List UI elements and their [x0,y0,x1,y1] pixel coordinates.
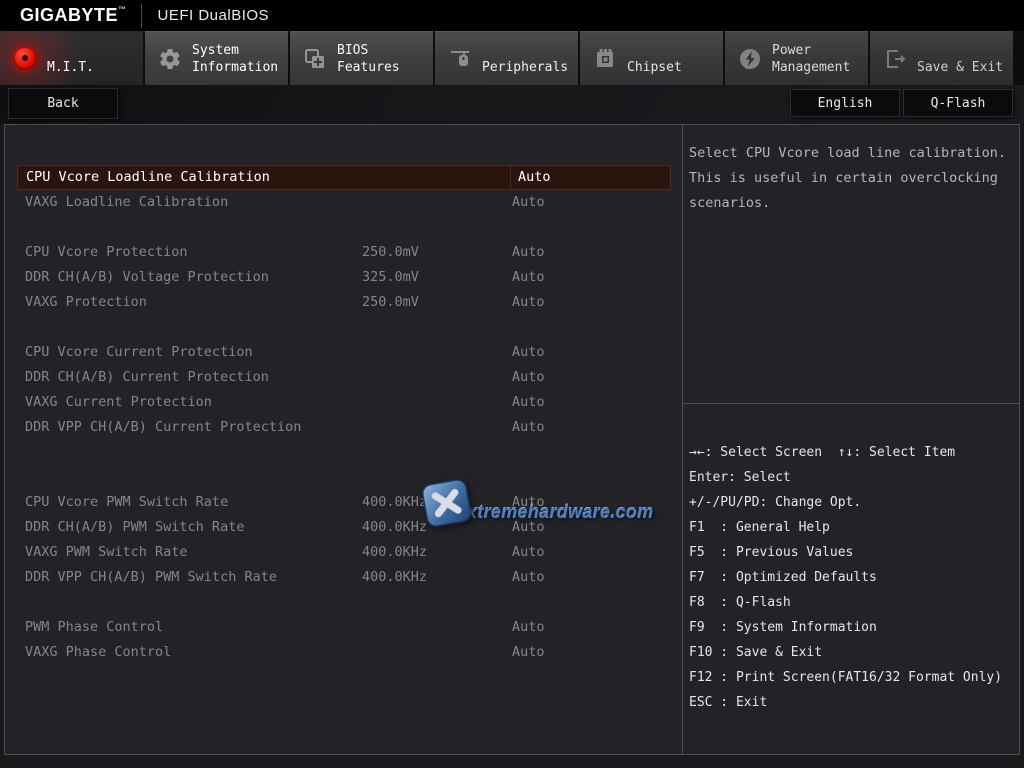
setting-label: DDR CH(A/B) PWM Switch Rate [25,515,244,540]
setting-option-value[interactable]: Auto [512,340,545,365]
setting-row[interactable]: PWM Phase Control Auto [5,615,681,640]
mit-red-dot-icon [12,44,38,72]
setting-label: VAXG Phase Control [25,640,171,665]
setting-option-value[interactable]: Auto [512,190,545,215]
settings-group: CPU Vcore PWM Switch Rate400.0KHzAutoDDR… [5,490,681,590]
settings-group: PWM Phase Control Auto VAXG Phase Control A… [5,615,681,665]
setting-row[interactable]: DDR CH(A/B) PWM Switch Rate 400.0KHz Auto [5,515,681,540]
setting-current-value: 250.0mV [362,290,419,315]
power-lightning-icon [737,45,763,73]
setting-label: VAXG Current Protection [25,390,212,415]
setting-current-value: 325.0mV [362,265,419,290]
setting-option-value[interactable]: Auto [512,515,545,540]
settings-group: CPU Vcore Loadline CalibrationAutoVAXG L… [5,165,681,215]
tab-bios-features[interactable]: BIOS Features [290,31,433,85]
save-exit-icon [882,45,908,73]
main-panel: CPU Vcore Loadline CalibrationAutoVAXG L… [4,124,1020,755]
setting-row[interactable]: VAXG Protection 250.0mV Auto [5,290,681,315]
shortcut-line: F9 : System Information [689,615,1017,640]
sub-toolbar: Back English Q-Flash [0,85,1024,124]
settings-group: CPU Vcore Current ProtectionAutoDDR CH(A… [5,340,681,440]
shortcut-line: F5 : Previous Values [689,540,1017,565]
shortcut-line: F10 : Save & Exit [689,640,1017,665]
setting-row[interactable]: CPU Vcore Loadline CalibrationAuto [5,165,681,190]
setting-row[interactable]: VAXG PWM Switch Rate 400.0KHz Auto [5,540,681,565]
shortcut-line: F12 : Print Screen(FAT16/32 Format Only) [689,665,1017,690]
setting-label: DDR VPP CH(A/B) Current Protection [25,415,301,440]
setting-option-value[interactable]: Auto [512,615,545,640]
tab-peripherals[interactable]: Peripherals [435,31,578,85]
setting-current-value: 400.0KHz [362,565,427,590]
setting-option-value[interactable]: Auto [510,165,671,190]
shortcut-line: +/-/PU/PD: Change Opt. [689,490,1017,515]
setting-row[interactable]: DDR CH(A/B) Current Protection Auto [5,365,681,390]
gear-icon [157,45,183,73]
bios-chip-plus-icon [302,45,328,73]
setting-row[interactable]: VAXG Phase Control Auto [5,640,681,665]
shortcut-line: ESC : Exit [689,690,1017,715]
shortcut-line: F7 : Optimized Defaults [689,565,1017,590]
header-separator [141,4,142,28]
tab-chipset[interactable]: Chipset [580,31,723,85]
setting-label: DDR VPP CH(A/B) PWM Switch Rate [25,565,277,590]
setting-current-value: 400.0KHz [362,490,427,515]
setting-label: PWM Phase Control [25,615,163,640]
shortcut-line: →←: Select Screen ↑↓: Select Item [689,440,1017,465]
setting-row[interactable]: DDR VPP CH(A/B) PWM Switch Rate 400.0KHz A… [5,565,681,590]
bios-title: UEFI DualBIOS [158,7,270,24]
settings-list: CPU Vcore Loadline CalibrationAutoVAXG L… [5,165,681,665]
shortcut-line: Enter: Select [689,465,1017,490]
trademark-symbol: ™ [118,5,127,14]
gigabyte-logo: GIGABYTE™ [20,5,127,26]
setting-label: DDR CH(A/B) Voltage Protection [25,265,269,290]
setting-option-value[interactable]: Auto [512,365,545,390]
settings-group: CPU Vcore Protection250.0mVAutoDDR CH(A/… [5,240,681,315]
setting-option-value[interactable]: Auto [512,540,545,565]
setting-row[interactable]: DDR CH(A/B) Voltage Protection 325.0mV Aut… [5,265,681,290]
title-bar: GIGABYTE™ UEFI DualBIOS [0,0,1024,31]
info-panel: Select CPU Vcore load line calibration. … [682,125,1019,754]
info-panel-divider [683,403,1019,404]
setting-label: CPU Vcore Protection [25,240,188,265]
qflash-button[interactable]: Q-Flash [903,89,1013,117]
setting-option-value[interactable]: Auto [512,390,545,415]
top-tab-bar: M.I.T. System Information BIOS Features … [0,31,1024,85]
chipset-icon [592,45,618,73]
setting-row[interactable]: CPU Vcore PWM Switch Rate 400.0KHz Auto [5,490,681,515]
setting-row[interactable]: VAXG Loadline Calibration Auto [5,190,681,215]
setting-label: DDR CH(A/B) Current Protection [25,365,269,390]
item-help-text: Select CPU Vcore load line calibration. … [683,125,1019,403]
setting-current-value: 400.0KHz [362,515,427,540]
tab-save-exit[interactable]: Save & Exit [870,31,1013,85]
setting-option-value[interactable]: Auto [512,265,545,290]
setting-option-value[interactable]: Auto [512,290,545,315]
setting-row[interactable]: CPU Vcore Protection 250.0mV Auto [5,240,681,265]
setting-option-value[interactable]: Auto [512,415,545,440]
tab-system-information[interactable]: System Information [145,31,288,85]
setting-label: CPU Vcore PWM Switch Rate [25,490,228,515]
shortcuts-list: →←: Select Screen ↑↓: Select ItemEnter: … [689,440,1017,715]
setting-label: VAXG PWM Switch Rate [25,540,188,565]
shortcut-line: F1 : General Help [689,515,1017,540]
setting-label: VAXG Protection [25,290,147,315]
setting-current-value: 250.0mV [362,240,419,265]
setting-row[interactable]: DDR VPP CH(A/B) Current Protection Auto [5,415,681,440]
setting-current-value: 400.0KHz [362,540,427,565]
language-button[interactable]: English [790,89,900,117]
setting-option-value[interactable]: Auto [512,490,545,515]
setting-label: CPU Vcore Loadline Calibration [17,165,513,190]
peripherals-mouse-icon [447,45,473,73]
setting-option-value[interactable]: Auto [512,565,545,590]
setting-option-value[interactable]: Auto [512,640,545,665]
setting-option-value[interactable]: Auto [512,240,545,265]
tab-power-management[interactable]: Power Management [725,31,868,85]
shortcut-line: F8 : Q-Flash [689,590,1017,615]
setting-row[interactable]: VAXG Current Protection Auto [5,390,681,415]
setting-label: VAXG Loadline Calibration [25,190,228,215]
setting-label: CPU Vcore Current Protection [25,340,253,365]
tab-mit[interactable]: M.I.T. [0,31,143,85]
back-button[interactable]: Back [8,88,118,119]
setting-row[interactable]: CPU Vcore Current Protection Auto [5,340,681,365]
